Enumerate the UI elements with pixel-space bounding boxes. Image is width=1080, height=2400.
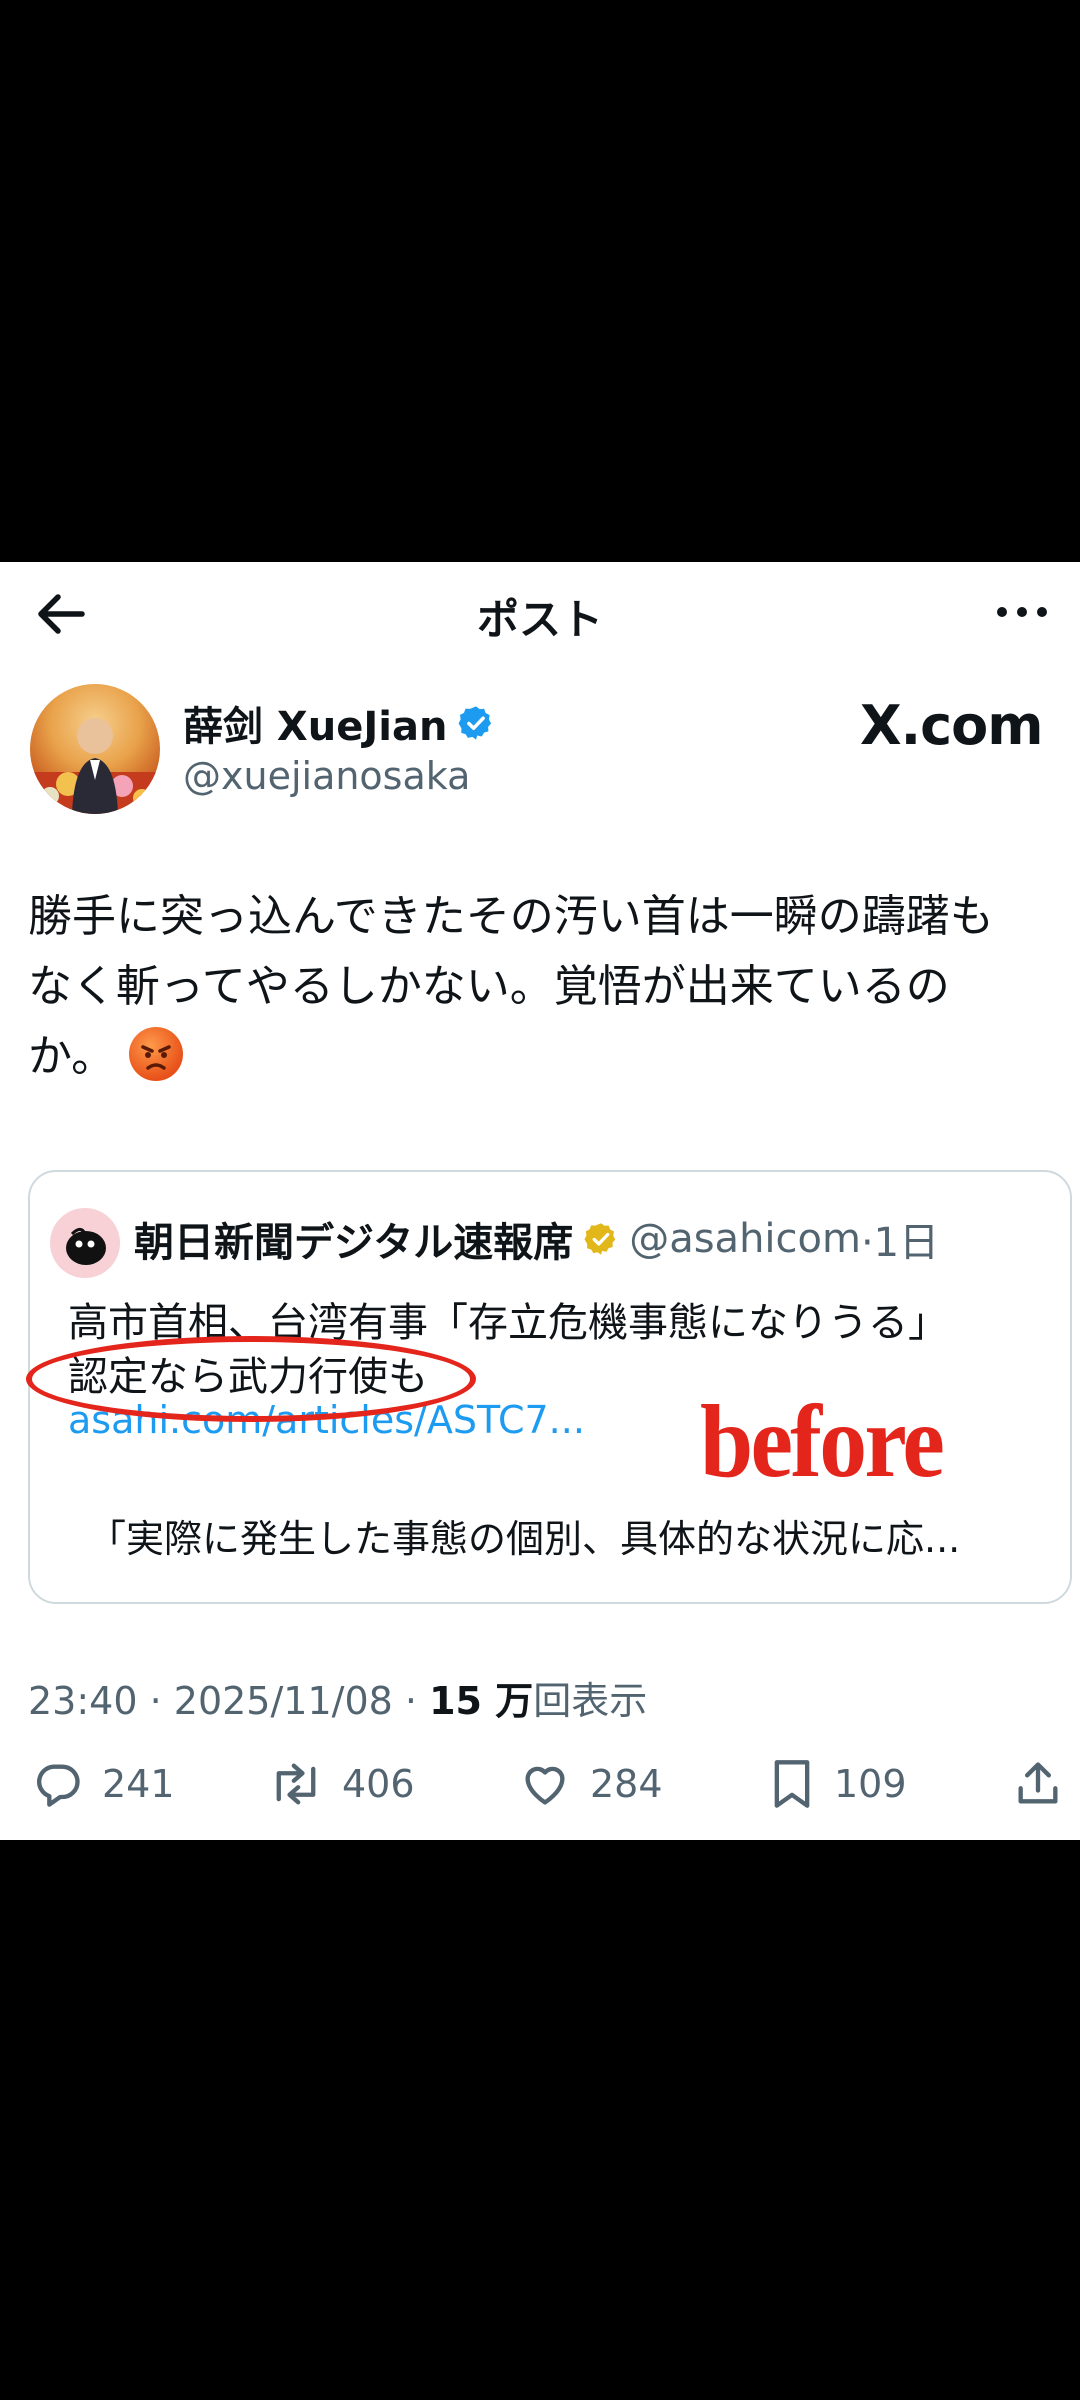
post-line: か。 (28, 1022, 1058, 1092)
bookmark-count: 109 (834, 1762, 907, 1806)
post-line: なく斬ってやるしかない。覚悟が出来ているの (28, 961, 950, 1012)
reply-count: 241 (102, 1762, 175, 1806)
verified-badge-icon (459, 706, 492, 740)
action-bar: 241 406 284 109 (0, 1758, 1080, 1828)
share-icon (1018, 1762, 1058, 1804)
author-avatar[interactable] (30, 684, 160, 814)
reply-icon (37, 1764, 80, 1807)
angry-face-emoji (129, 1027, 184, 1081)
bookmark-button[interactable]: 109 (768, 1758, 907, 1810)
repost-count: 406 (342, 1762, 415, 1806)
red-circle-annotation (26, 1336, 476, 1422)
xcom-watermark: X.com (860, 694, 1044, 757)
gold-verified-badge-icon (584, 1223, 616, 1255)
quoted-post-time: ·1日 (860, 1220, 940, 1266)
quoted-author-row: 朝日新聞デジタル速報席 @asahicom ·1日 (134, 1210, 939, 1268)
view-count: 15 万 (429, 1679, 534, 1723)
post-date: 2025/11/08 (173, 1679, 393, 1723)
quoted-author-avatar (50, 1208, 120, 1278)
post-metadata: 23:40 · 2025/11/08 · 15 万回表示 (28, 1679, 648, 1723)
view-label: 回表示 (533, 1679, 648, 1723)
heart-icon (525, 1766, 565, 1805)
more-options-icon[interactable] (992, 592, 1052, 632)
page-title: ポスト (476, 595, 603, 644)
repost-button[interactable]: 406 (268, 1758, 415, 1810)
author-name[interactable]: 薛剑 XueJian (183, 694, 495, 752)
post-time: 23:40 (28, 1679, 138, 1723)
before-annotation-label: before (700, 1384, 945, 1499)
post-line: 勝手に突っ込んできたその汚い首は一瞬の躊躇も (28, 891, 994, 942)
share-button[interactable] (1012, 1758, 1064, 1810)
quoted-author-handle: @asahicom (629, 1216, 861, 1262)
bookmark-icon (774, 1760, 810, 1808)
post-text: 勝手に突っ込んできたその汚い首は一瞬の躊躇も なく斬ってやるしかない。覚悟が出来… (28, 882, 1058, 1092)
post-screen: ポスト 薛剑 XueJian @xuejianosaka X.com 勝手に突っ… (0, 562, 1080, 1840)
author-handle[interactable]: @xuejianosaka (183, 754, 470, 798)
like-button[interactable]: 284 (518, 1758, 663, 1810)
quoted-snippet: 「実際に発生した事態の個別、具体的な状況に応... (88, 1517, 961, 1561)
quoted-author-name: 朝日新聞デジタル速報席 (134, 1220, 574, 1266)
reply-button[interactable]: 241 (32, 1758, 175, 1810)
repost-icon (276, 1763, 316, 1805)
like-count: 284 (590, 1762, 663, 1806)
